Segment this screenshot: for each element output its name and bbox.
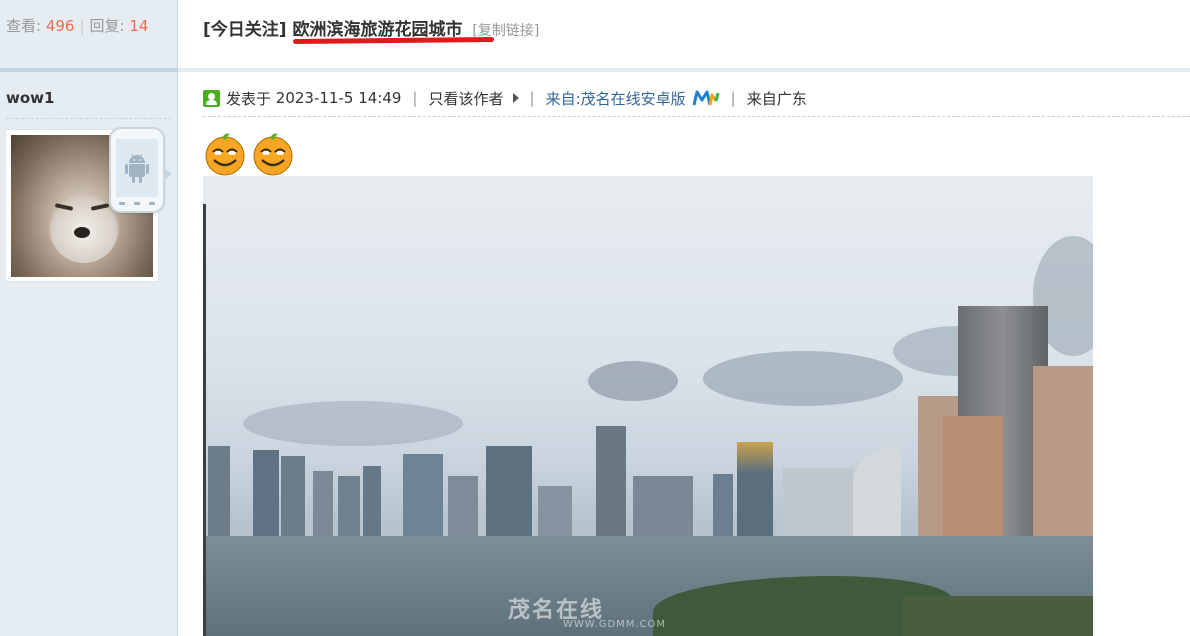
views-label: 查看: — [6, 17, 42, 35]
city-skyline-photo[interactable]: 茂名在线 WWW.GDMM.COM — [203, 176, 1093, 636]
laughing-orange-emoji — [253, 133, 293, 176]
meta-separator: | — [730, 89, 736, 107]
photo-cloud — [588, 361, 678, 401]
online-status-icon — [203, 89, 220, 107]
photo-building — [313, 471, 333, 546]
photo-building — [737, 442, 773, 546]
posted-label: 发表于 — [226, 89, 272, 108]
photo-building — [596, 426, 626, 546]
photo-building — [363, 466, 381, 546]
posted-time: 2023-11-5 14:49 — [275, 89, 402, 107]
laughing-orange-emoji — [205, 133, 245, 176]
views-count: 496 — [45, 17, 75, 35]
photo-building — [253, 450, 279, 546]
photo-building — [403, 454, 443, 546]
meta-divider — [203, 116, 1190, 117]
replies-label: 回复: — [89, 17, 125, 35]
meta-separator: | — [529, 89, 535, 107]
photo-cloud — [703, 351, 903, 406]
photo-building — [281, 456, 305, 546]
phone-buttons — [119, 200, 155, 206]
location-text: 来自广东 — [746, 89, 807, 108]
android-phone-icon — [109, 127, 165, 213]
meta-separator: | — [412, 89, 418, 107]
photo-greenery — [903, 596, 1093, 636]
phone-screen — [116, 139, 158, 197]
avatar-nose — [74, 227, 90, 238]
photo-building — [783, 468, 853, 546]
thread-tag[interactable]: [今日关注] — [203, 20, 287, 40]
photo-building — [208, 446, 230, 546]
sidebar-divider — [0, 68, 178, 72]
maoming-logo-icon — [692, 89, 720, 107]
header-divider — [178, 68, 1190, 72]
sidebar: 查看: 496 | 回复: 14 wow1 — [0, 0, 178, 636]
badge-pointer — [163, 167, 172, 181]
arrow-right-icon[interactable] — [512, 93, 519, 103]
thread-stats: 查看: 496 | 回复: 14 — [6, 15, 148, 36]
photo-cloud — [243, 401, 463, 446]
forum-thread-page: 查看: 496 | 回复: 14 wow1 [今日关注] 欧洲滨海旅游花园城市 … — [0, 0, 1190, 636]
photo-watermark-url: WWW.GDMM.COM — [563, 619, 667, 630]
red-underline-annotation — [292, 36, 495, 45]
photo-building — [853, 446, 901, 546]
photo-building — [486, 446, 532, 546]
author-name[interactable]: wow1 — [6, 89, 54, 107]
photo-frame-edge — [203, 204, 206, 636]
author-divider — [6, 118, 172, 119]
stats-separator: | — [79, 17, 85, 35]
only-author-link[interactable]: 只看该作者 — [428, 88, 503, 109]
post-meta: 发表于 2023-11-5 14:49 | 只看该作者 | 来自:茂名在线安卓版… — [203, 88, 807, 108]
android-robot-icon — [125, 153, 149, 183]
replies-count: 14 — [129, 17, 149, 35]
source-app-link[interactable]: 来自:茂名在线安卓版 — [546, 88, 686, 109]
